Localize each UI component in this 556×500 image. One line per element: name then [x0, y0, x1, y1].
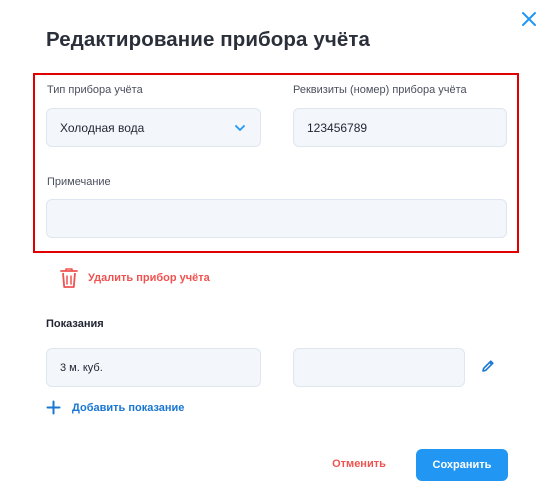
chevron-down-icon	[235, 125, 245, 131]
requisites-value: 123456789	[307, 121, 368, 135]
note-label: Примечание	[47, 176, 111, 188]
readings-title: Показания	[46, 318, 104, 330]
pencil-icon[interactable]	[480, 358, 496, 374]
reading-input-2[interactable]	[293, 348, 465, 387]
add-reading-label: Добавить показание	[72, 401, 185, 414]
close-icon	[522, 12, 536, 26]
trash-icon	[60, 268, 78, 288]
meter-type-label: Тип прибора учёта	[47, 84, 143, 96]
close-button[interactable]	[518, 8, 540, 30]
note-input[interactable]	[46, 199, 507, 238]
reading-value-1: 3 м. куб.	[60, 362, 103, 374]
delete-meter-label: Удалить прибор учёта	[88, 272, 210, 284]
dialog-title: Редактирование прибора учёта	[46, 28, 370, 51]
delete-meter-button[interactable]: Удалить прибор учёта	[58, 266, 210, 290]
save-button[interactable]: Сохранить	[416, 449, 508, 481]
requisites-label: Реквизиты (номер) прибора учёта	[293, 84, 467, 96]
cancel-button[interactable]: Отменить	[322, 449, 396, 479]
add-reading-button[interactable]: Добавить показание	[46, 400, 184, 415]
plus-icon	[46, 400, 61, 415]
meter-type-value: Холодная вода	[60, 121, 145, 135]
